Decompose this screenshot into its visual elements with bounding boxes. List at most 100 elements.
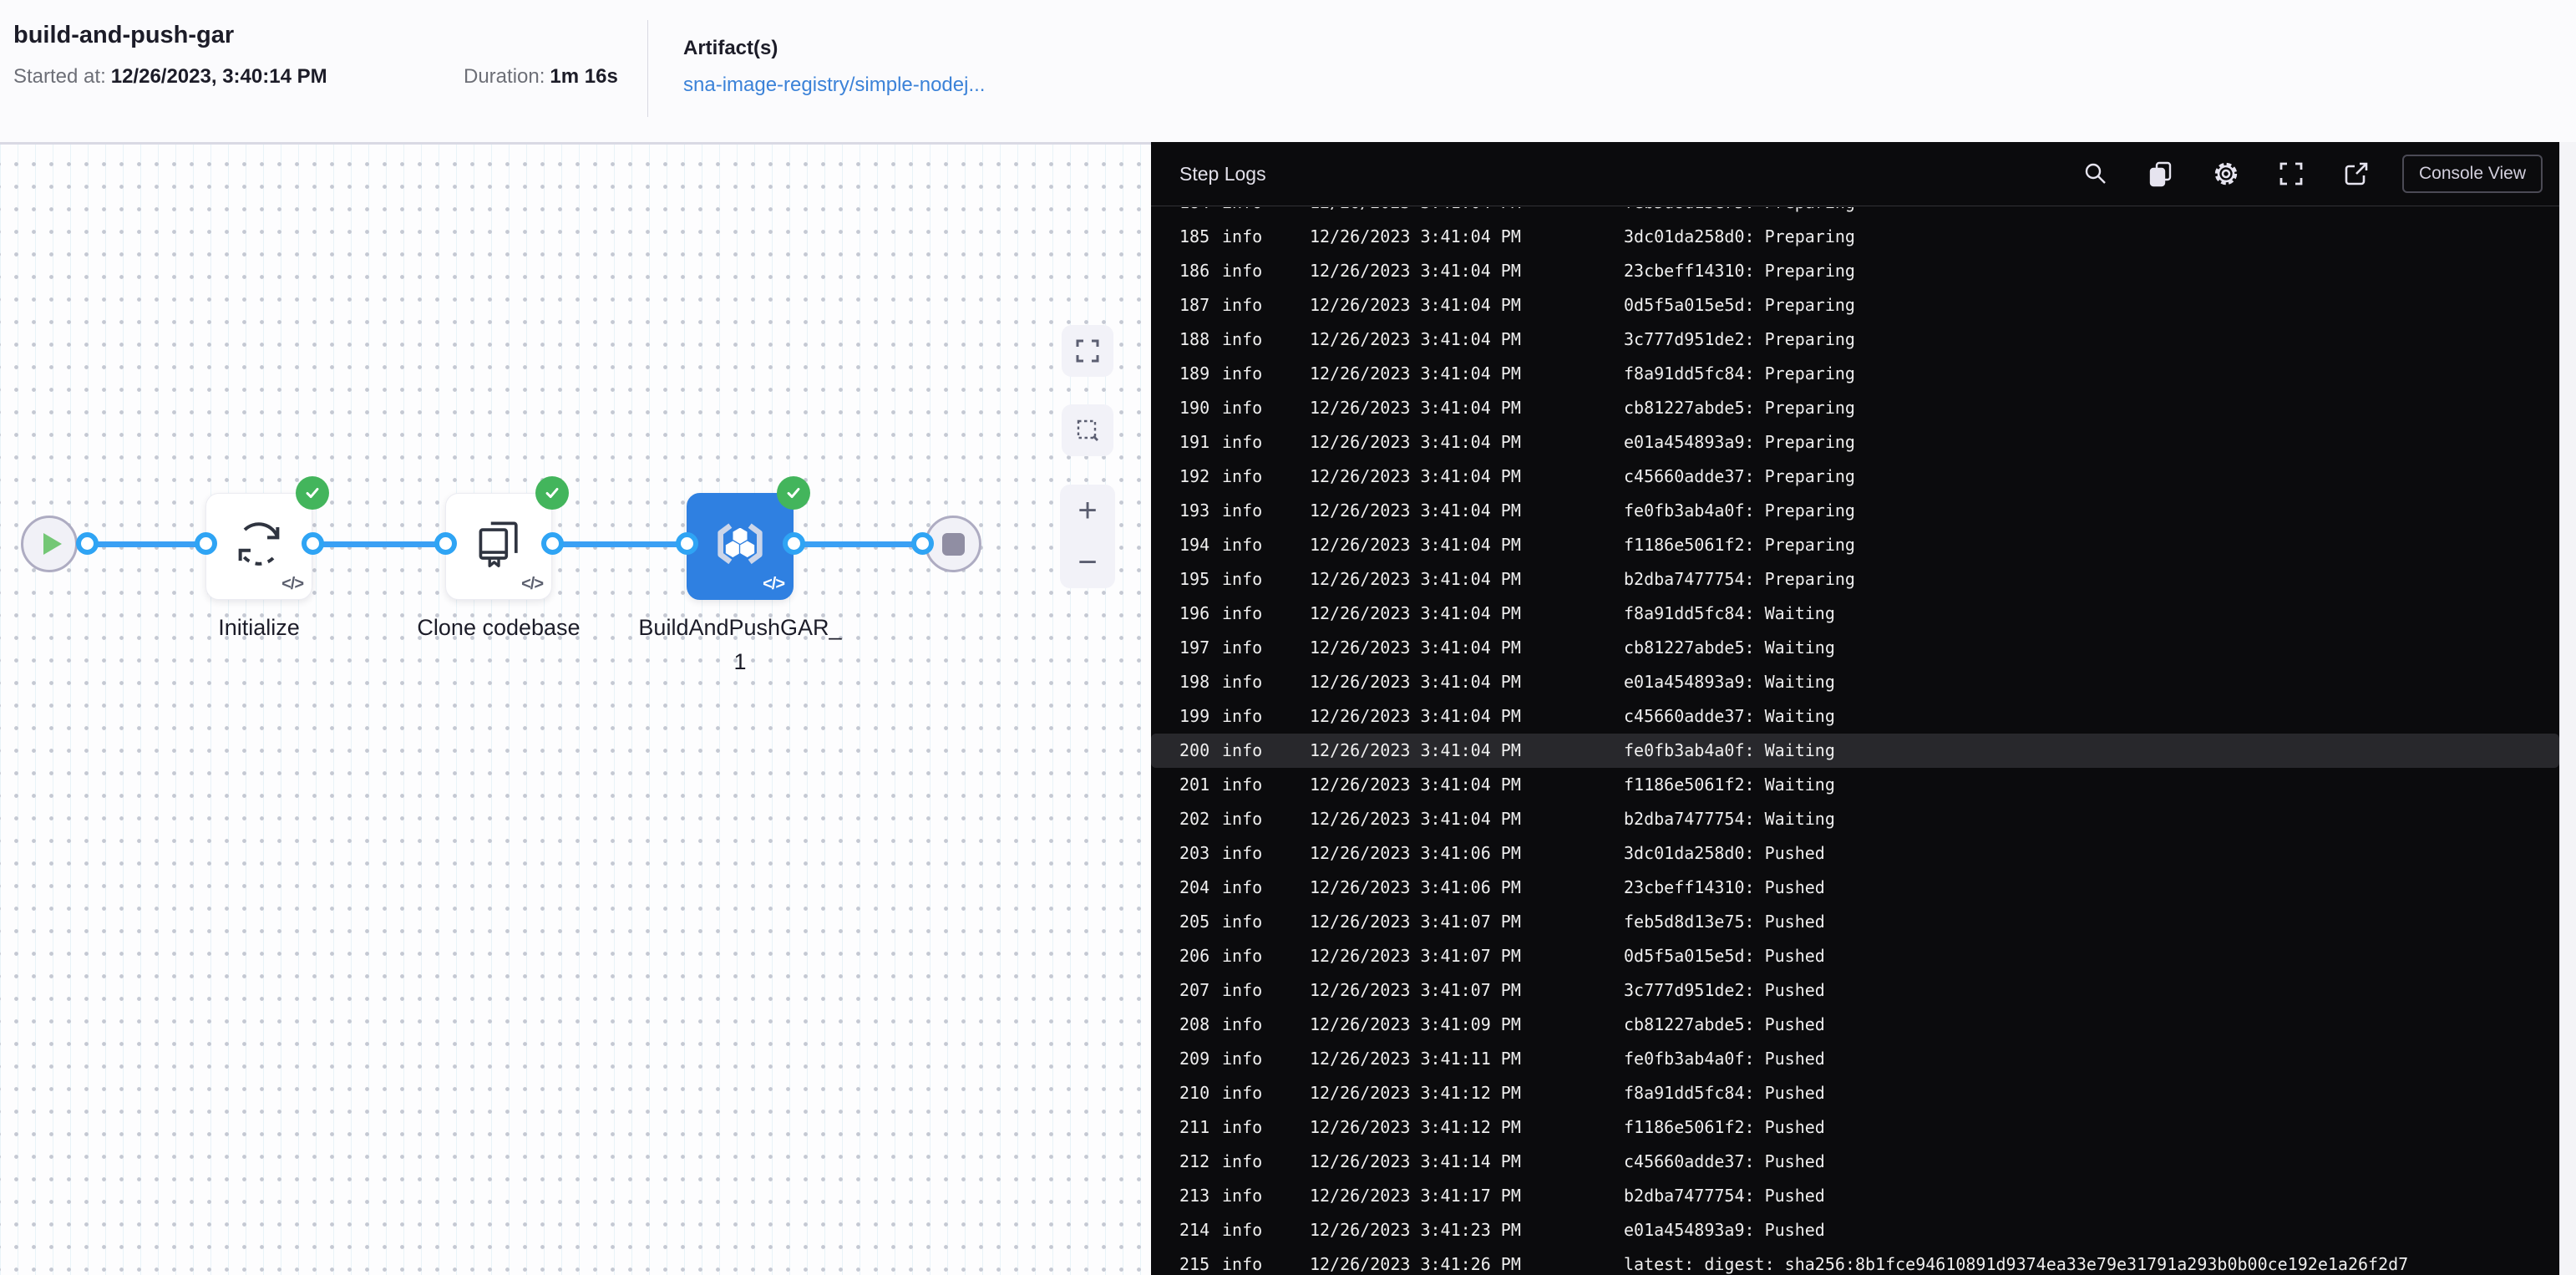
- console-actions: Console View: [2082, 155, 2543, 193]
- artifact-link[interactable]: sna-image-registry/simple-nodej...: [683, 74, 985, 97]
- node-port: [911, 532, 934, 555]
- duration: Duration: 1m 16s: [464, 65, 618, 89]
- log-level: info: [1222, 1049, 1263, 1069]
- log-timestamp: 12/26/2023 3:41:04 PM: [1310, 226, 1521, 246]
- pipeline-canvas[interactable]: </> Initialize </> Clone codebase </> Bu…: [0, 142, 1151, 1275]
- play-icon: [43, 533, 62, 555]
- log-row[interactable]: 193 info 12/26/2023 3:41:04 PM fe0fb3ab4a0f…: [1151, 494, 2559, 528]
- log-level: info: [1222, 1014, 1263, 1034]
- settings-gear-icon[interactable]: [2212, 160, 2240, 188]
- log-row[interactable]: 202 info 12/26/2023 3:41:04 PM b2dba7477754…: [1151, 802, 2559, 836]
- log-line-number: 208: [1179, 1014, 1210, 1034]
- log-line-number: 199: [1179, 706, 1210, 726]
- log-row[interactable]: 206 info 12/26/2023 3:41:07 PM 0d5f5a015e5d…: [1151, 939, 2559, 973]
- log-row[interactable]: 190 info 12/26/2023 3:41:04 PM cb81227abde5…: [1151, 391, 2559, 425]
- log-timestamp: 12/26/2023 3:41:04 PM: [1310, 500, 1521, 521]
- console-view-button[interactable]: Console View: [2401, 155, 2543, 193]
- log-row[interactable]: 204 info 12/26/2023 3:41:06 PM 23cbeff14310…: [1151, 871, 2559, 905]
- log-row[interactable]: 198 info 12/26/2023 3:41:04 PM e01a454893a9…: [1151, 665, 2559, 699]
- log-row[interactable]: 189 info 12/26/2023 3:41:04 PM f8a91dd5fc84…: [1151, 357, 2559, 391]
- log-level: info: [1222, 980, 1263, 1000]
- log-line-number: 193: [1179, 500, 1210, 521]
- log-row[interactable]: 187 info 12/26/2023 3:41:04 PM 0d5f5a015e5d…: [1151, 288, 2559, 323]
- log-row[interactable]: 199 info 12/26/2023 3:41:04 PM c45660adde37…: [1151, 699, 2559, 734]
- log-row[interactable]: 197 info 12/26/2023 3:41:04 PM cb81227abde5…: [1151, 631, 2559, 665]
- log-row[interactable]: 205 info 12/26/2023 3:41:07 PM feb5d8d13e75…: [1151, 905, 2559, 939]
- node-port: [783, 532, 805, 555]
- zoom-out-button[interactable]: −: [1060, 536, 1115, 588]
- log-row[interactable]: 192 info 12/26/2023 3:41:04 PM c45660adde37…: [1151, 460, 2559, 494]
- artifacts-section: Artifact(s) sna-image-registry/simple-no…: [683, 37, 985, 97]
- log-line-number: 206: [1179, 946, 1210, 966]
- node-port: [302, 532, 324, 555]
- log-message: 23cbeff14310: Pushed: [1624, 877, 1825, 897]
- log-level: info: [1222, 535, 1263, 555]
- log-line-number: 194: [1179, 535, 1210, 555]
- zoom-in-button[interactable]: +: [1060, 485, 1115, 536]
- log-row[interactable]: 208 info 12/26/2023 3:41:09 PM cb81227abde5…: [1151, 1008, 2559, 1042]
- log-line-number: 185: [1179, 226, 1210, 246]
- log-row[interactable]: 185 info 12/26/2023 3:41:04 PM 3dc01da258d0…: [1151, 220, 2559, 254]
- log-row[interactable]: 210 info 12/26/2023 3:41:12 PM f8a91dd5fc84…: [1151, 1076, 2559, 1110]
- initialize-success-badge: [296, 476, 329, 510]
- step-node-clone-codebase[interactable]: </>: [445, 493, 552, 600]
- log-timestamp: 12/26/2023 3:41:04 PM: [1310, 363, 1521, 384]
- log-line-number: 204: [1179, 877, 1210, 897]
- open-in-new-icon[interactable]: [2342, 160, 2371, 188]
- node-label-initialize: Initialize: [218, 615, 300, 640]
- clone-success-badge: [535, 476, 569, 510]
- log-message: fe0fb3ab4a0f: Pushed: [1624, 1049, 1825, 1069]
- log-row[interactable]: 194 info 12/26/2023 3:41:04 PM f1186e5061f2…: [1151, 528, 2559, 562]
- step-node-initialize[interactable]: </>: [205, 493, 312, 600]
- scrollbar-track[interactable]: [2559, 142, 2576, 1275]
- log-row[interactable]: 215 info 12/26/2023 3:41:26 PM latest: dige…: [1151, 1247, 2559, 1275]
- log-row[interactable]: 200 info 12/26/2023 3:41:04 PM fe0fb3ab4a0f…: [1151, 734, 2559, 768]
- log-row[interactable]: 201 info 12/26/2023 3:41:04 PM f1186e5061f2…: [1151, 768, 2559, 802]
- marquee-select-button[interactable]: [1062, 404, 1113, 456]
- log-line-number: 189: [1179, 363, 1210, 384]
- log-line-number: 201: [1179, 775, 1210, 795]
- log-message: fe0fb3ab4a0f: Waiting: [1624, 740, 1835, 760]
- check-icon: [306, 487, 319, 499]
- log-timestamp: 12/26/2023 3:41:04 PM: [1310, 207, 1521, 220]
- log-row[interactable]: 203 info 12/26/2023 3:41:06 PM 3dc01da258d0…: [1151, 836, 2559, 871]
- log-level: info: [1222, 1220, 1263, 1240]
- step-node-build-and-push-gar[interactable]: </>: [687, 493, 794, 600]
- code-glyph: </>: [281, 575, 304, 593]
- log-message: f1186e5061f2: Waiting: [1624, 775, 1835, 795]
- artifact-registry-icon: [718, 523, 763, 565]
- log-row[interactable]: 184 info 12/26/2023 3:41:04 PM feb5d8d13e75…: [1151, 207, 2559, 220]
- log-area[interactable]: 184 info 12/26/2023 3:41:04 PM feb5d8d13e75…: [1151, 207, 2559, 1275]
- log-row[interactable]: 188 info 12/26/2023 3:41:04 PM 3c777d951de2…: [1151, 323, 2559, 357]
- log-timestamp: 12/26/2023 3:41:07 PM: [1310, 946, 1521, 966]
- node-port: [76, 532, 99, 555]
- log-row[interactable]: 191 info 12/26/2023 3:41:04 PM e01a454893a9…: [1151, 425, 2559, 460]
- log-row[interactable]: 207 info 12/26/2023 3:41:07 PM 3c777d951de2…: [1151, 973, 2559, 1008]
- fullscreen-icon[interactable]: [2277, 160, 2305, 188]
- marquee-select-icon: [1077, 419, 1098, 441]
- log-message: latest: digest: sha256:8b1fce94610891d93…: [1624, 1254, 2409, 1274]
- log-message: feb5d8d13e75: Preparing: [1624, 207, 1855, 220]
- log-level: info: [1222, 207, 1262, 220]
- log-row[interactable]: 214 info 12/26/2023 3:41:23 PM e01a454893a9…: [1151, 1213, 2559, 1247]
- log-row[interactable]: 186 info 12/26/2023 3:41:04 PM 23cbeff14310…: [1151, 254, 2559, 288]
- log-row[interactable]: 196 info 12/26/2023 3:41:04 PM f8a91dd5fc84…: [1151, 597, 2559, 631]
- log-row[interactable]: 211 info 12/26/2023 3:41:12 PM f1186e5061f2…: [1151, 1110, 2559, 1145]
- log-row[interactable]: 195 info 12/26/2023 3:41:04 PM b2dba7477754…: [1151, 562, 2559, 597]
- fit-view-icon: [1076, 339, 1099, 363]
- log-row[interactable]: 212 info 12/26/2023 3:41:14 PM c45660adde37…: [1151, 1145, 2559, 1179]
- log-line-number: 195: [1179, 569, 1210, 589]
- node-label-clone-codebase: Clone codebase: [417, 615, 581, 640]
- log-row[interactable]: 213 info 12/26/2023 3:41:17 PM b2dba7477754…: [1151, 1179, 2559, 1213]
- copy-icon[interactable]: [2147, 160, 2175, 188]
- log-level: info: [1222, 1151, 1263, 1171]
- fit-view-button[interactable]: [1062, 325, 1113, 377]
- log-message: 23cbeff14310: Preparing: [1624, 261, 1855, 281]
- run-header: build-and-push-gar Started at: 12/26/2023…: [0, 0, 2576, 142]
- page-title: build-and-push-gar: [13, 22, 235, 48]
- console-header: Step Logs Console View: [1151, 142, 2559, 206]
- search-icon[interactable]: [2082, 160, 2110, 188]
- start-node[interactable]: [21, 516, 78, 572]
- log-row[interactable]: 209 info 12/26/2023 3:41:11 PM fe0fb3ab4a0f…: [1151, 1042, 2559, 1076]
- log-timestamp: 12/26/2023 3:41:09 PM: [1310, 1014, 1521, 1034]
